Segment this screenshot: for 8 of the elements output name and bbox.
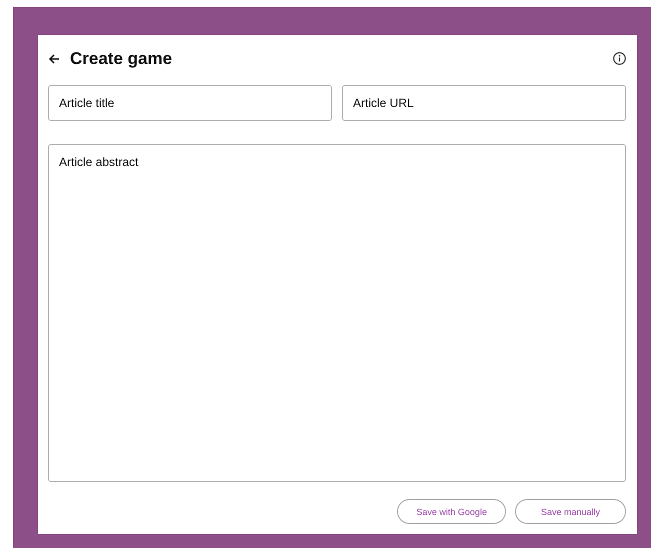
back-arrow-icon[interactable] xyxy=(48,52,60,65)
abstract-field[interactable]: Article abstract xyxy=(48,144,626,482)
page-title: Create game xyxy=(70,48,174,69)
text-field[interactable]: Article title xyxy=(48,84,332,121)
save-button[interactable]: Save with Google xyxy=(397,499,506,524)
save-button[interactable]: Save manually xyxy=(514,499,626,524)
info-icon[interactable] xyxy=(613,52,626,66)
text-field[interactable]: Article URL xyxy=(342,84,626,121)
